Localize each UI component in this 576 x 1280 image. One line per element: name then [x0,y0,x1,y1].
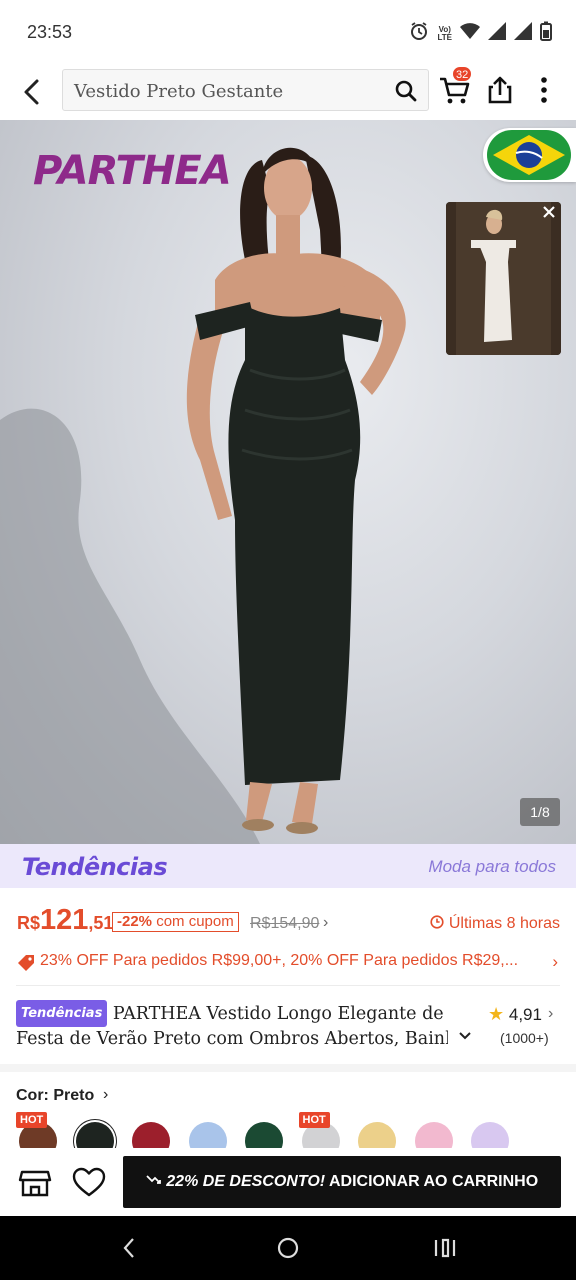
color-swatch[interactable] [132,1122,170,1148]
hot-badge: HOT [298,1112,330,1128]
color-swatch[interactable] [188,1122,227,1148]
nav-recents-icon [434,1238,456,1258]
price-decimal: ,51 [88,913,114,933]
volte-icon: Vo) LTE [437,24,452,42]
original-price[interactable]: R$154,90 [250,915,319,933]
tag-icon [18,955,34,971]
chevron-right-icon[interactable]: › [323,914,328,932]
chevron-right-icon[interactable]: › [552,952,558,972]
color-swatch[interactable] [414,1122,453,1148]
add-cart-discount: 22% DE DESCONTO! [166,1173,326,1190]
clock-icon [430,915,444,929]
color-label[interactable]: Cor: Preto [16,1087,94,1105]
trends-chip: Tendências [16,1000,108,1027]
expand-title-icon[interactable] [458,1029,472,1046]
add-cart-label: ADICIONAR AO CARRINHO [328,1173,539,1190]
color-swatch[interactable] [75,1122,114,1148]
deal-countdown: Últimas 8 horas [430,915,560,933]
wishlist-button[interactable] [72,1166,106,1200]
alarm-icon [409,21,429,46]
nav-recents-button[interactable] [432,1236,458,1260]
close-icon[interactable] [541,204,557,220]
price-currency: R$ [17,913,41,933]
video-preview-thumbnail[interactable] [446,202,561,355]
system-navigation-bar [0,1216,576,1280]
review-count[interactable]: (1000+) [500,1030,549,1046]
product-image-gallery[interactable]: PARTHEA 1/8 [0,120,576,844]
title-line-2: Festa de Verão Preto com Ombros Abertos,… [16,1029,448,1049]
hot-badge: HOT [16,1112,48,1128]
price-integer: 121 [40,904,89,936]
divider [16,985,560,986]
chevron-right-icon[interactable]: › [103,1086,108,1104]
discount-text: com cupom [156,913,234,930]
title-text-1: PARTHEA Vestido Longo Elegante de [112,1004,444,1024]
search-icon[interactable] [394,79,418,103]
nav-home-button[interactable] [276,1236,300,1260]
color-swatch[interactable] [471,1122,509,1148]
color-swatch[interactable] [358,1122,396,1148]
section-divider [0,1064,576,1072]
signal-2-icon [514,22,532,45]
cart-count-badge: 32 [452,66,473,82]
trends-logo: Tendências [22,853,168,881]
countdown-text: Últimas 8 horas [448,915,560,932]
brazil-flag-icon [487,130,571,180]
product-rating[interactable]: ★ 4,91 [488,1004,542,1025]
trends-banner[interactable]: Tendências Moda para todos [0,844,576,888]
promo-text: 23% OFF Para pedidos R$99,00+, 20% OFF P… [40,952,519,969]
status-bar: 23:53 Vo) LTE [0,0,576,64]
discount-percent: -22% [117,913,153,930]
title-line-1: Tendências PARTHEA Vestido Longo Elegant… [16,1000,476,1027]
heart-icon [72,1167,106,1197]
store-icon [18,1170,52,1197]
star-icon: ★ [488,1004,505,1024]
store-button[interactable] [18,1166,52,1200]
promo-row[interactable]: 23% OFF Para pedidos R$99,00+, 20% OFF P… [0,950,576,976]
chevron-right-icon[interactable]: › [548,1005,553,1023]
brand-logo: PARTHEA [33,148,232,194]
color-swatches [16,1118,576,1148]
status-time: 23:53 [27,22,73,42]
current-price: R$121,51 [17,904,113,937]
nav-back-button[interactable] [118,1236,142,1260]
color-swatch[interactable] [245,1122,283,1148]
image-counter: 1/8 [520,798,560,826]
preview-photo [446,202,561,355]
status-icons: Vo) LTE [409,21,552,46]
share-button[interactable] [484,74,516,106]
search-input[interactable]: Vestido Preto Gestante [62,69,429,111]
signal-icon [488,22,506,45]
nav-home-icon [277,1237,299,1259]
search-query: Vestido Preto Gestante [74,81,284,102]
share-icon [488,76,512,104]
back-button[interactable] [16,76,48,108]
top-bar: Vestido Preto Gestante 32 [0,64,576,120]
add-to-cart-button[interactable]: 22% DE DESCONTO! ADICIONAR AO CARRINHO [123,1156,561,1208]
bottom-action-bar: 22% DE DESCONTO! ADICIONAR AO CARRINHO [0,1148,576,1216]
product-title[interactable]: Tendências PARTHEA Vestido Longo Elegant… [16,1000,476,1052]
trend-down-icon [146,1175,161,1184]
price-row: R$121,51 -22% com cupom R$154,90 › Últim… [0,900,576,940]
country-flag-button[interactable] [483,128,576,182]
back-arrow-icon [24,79,39,105]
more-options-button[interactable] [530,74,558,106]
more-vertical-icon [541,77,547,103]
wifi-icon [460,22,480,45]
battery-icon [540,21,552,46]
trends-tagline: Moda para todos [428,857,556,876]
nav-back-icon [123,1238,134,1258]
rating-value: 4,91 [508,1005,542,1024]
coupon-discount-badge: -22% com cupom [112,912,239,932]
